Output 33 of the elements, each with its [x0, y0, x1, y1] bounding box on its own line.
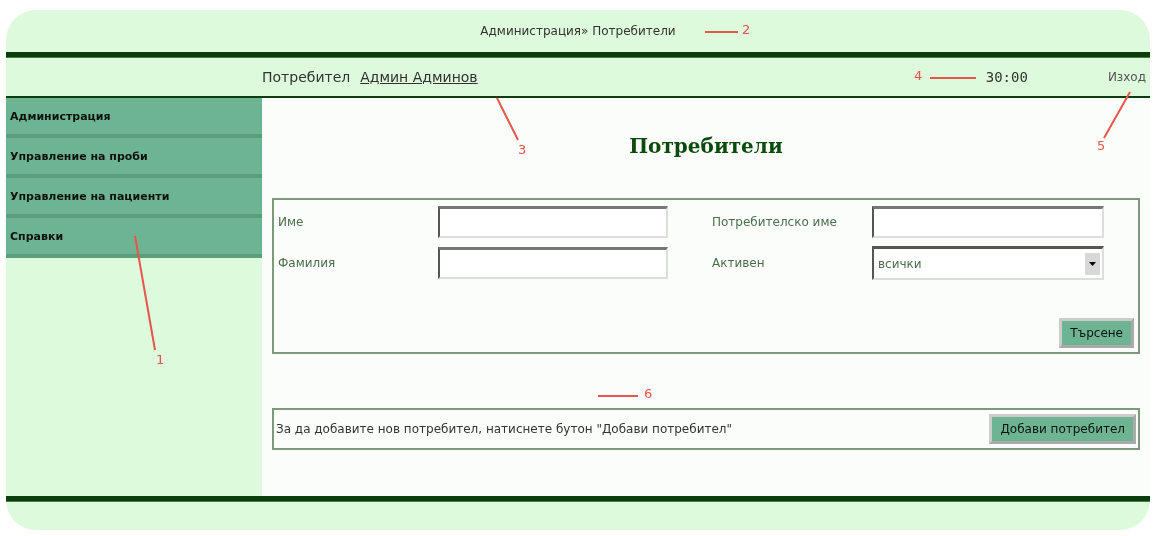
field-label: Активен — [712, 256, 766, 270]
leader-line — [929, 77, 977, 79]
input-field[interactable] — [438, 247, 668, 279]
sidebar-item[interactable]: Управление на пациенти — [6, 178, 262, 218]
field-label: Фамилия — [278, 256, 337, 270]
leader-line — [597, 395, 639, 397]
leader-line — [704, 31, 739, 33]
instruction-text: За да добавите нов потребител, натиснете бутон "Добави потребител" — [276, 422, 732, 436]
breadcrumb: Администрация» Потребители — [480, 24, 676, 38]
dropdown[interactable]: всички — [872, 246, 1104, 280]
input-field[interactable] — [872, 206, 1104, 238]
page-title: Потребители — [629, 134, 783, 158]
callout-number: 6 — [644, 386, 653, 401]
callout-number: 5 — [1097, 138, 1106, 153]
leader-line — [1103, 91, 1131, 139]
sidebar-item[interactable]: Управление на проби — [6, 138, 262, 178]
sidebar-item[interactable]: Справки — [6, 218, 262, 258]
search-button[interactable]: Търсене — [1059, 318, 1134, 348]
session-timer: 30:00 — [985, 69, 1028, 85]
sidebar-item[interactable]: Администрация — [6, 98, 262, 138]
caret-icon — [1085, 252, 1100, 275]
user-name-link[interactable]: Админ Админов — [360, 69, 478, 85]
input-field[interactable] — [438, 206, 668, 238]
field-label: Потребителско име — [712, 215, 838, 229]
callout-number: 1 — [156, 352, 165, 367]
user-label: Потребител — [262, 69, 351, 85]
callout-number: 3 — [518, 142, 527, 157]
add-user-button[interactable]: Добави потребител — [989, 414, 1136, 444]
callout-number: 4 — [914, 68, 923, 83]
field-label: Име — [278, 215, 305, 229]
callout-number: 2 — [742, 22, 751, 37]
leader-line — [496, 97, 519, 141]
logout-link[interactable]: Изход — [1107, 70, 1146, 84]
